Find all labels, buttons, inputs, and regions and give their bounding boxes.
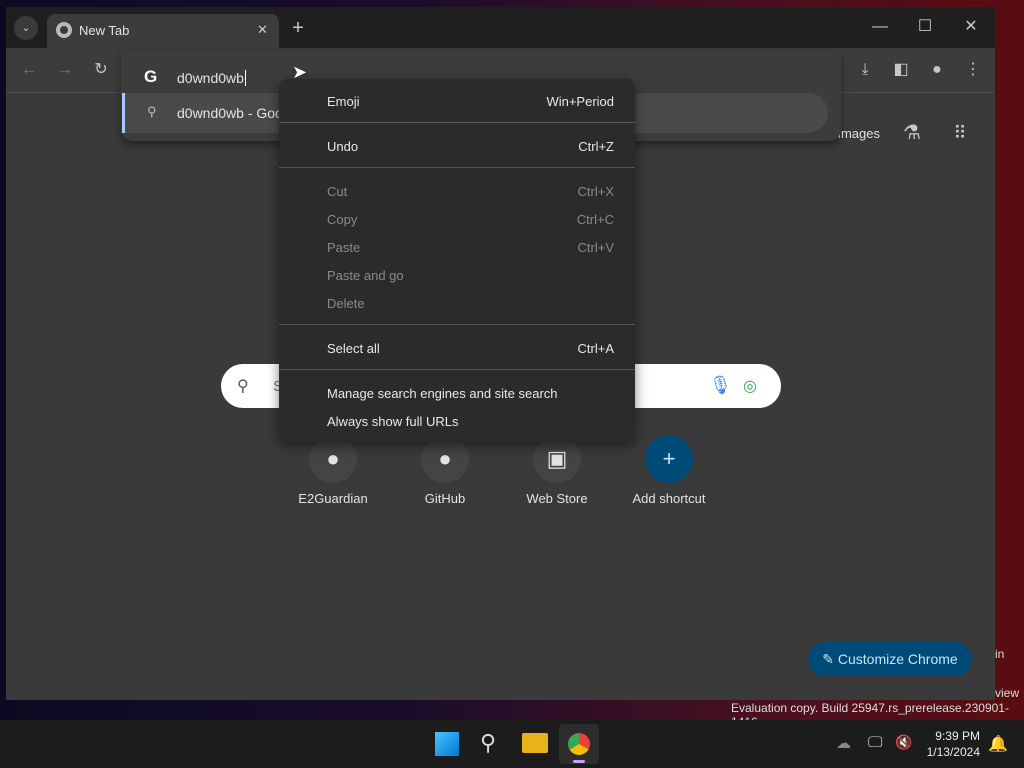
web-store-icon: ▣ bbox=[533, 435, 581, 483]
taskbar: ⚲ ☁ 🖵 🔇 9:39 PM 1/13/2024 🔔 bbox=[0, 720, 1024, 768]
tab-new-tab[interactable]: New Tab ✕ bbox=[47, 14, 279, 48]
download-icon[interactable]: ⤓ bbox=[855, 60, 875, 80]
onedrive-off-icon[interactable]: ☁ bbox=[836, 734, 851, 752]
minimize-button[interactable]: — bbox=[870, 17, 890, 37]
menu-item-always-show-full-urls[interactable]: Always show full URLs bbox=[327, 411, 614, 431]
clock-time[interactable]: 9:39 PM bbox=[930, 729, 980, 743]
divider bbox=[279, 167, 635, 168]
shortcut-e2guardian[interactable]: ● E2Guardian bbox=[283, 435, 383, 506]
volume-muted-icon[interactable]: 🔇 bbox=[895, 734, 912, 751]
github-icon: ● bbox=[309, 435, 357, 483]
active-indicator bbox=[573, 760, 585, 763]
shortcut: Win+Period bbox=[546, 93, 614, 109]
shortcut-label: Web Store bbox=[526, 491, 588, 506]
label: Copy bbox=[327, 211, 358, 227]
shortcut-web-store[interactable]: ▣ Web Store bbox=[507, 435, 607, 506]
label: Always show full URLs bbox=[327, 413, 459, 429]
customize-chrome-button[interactable]: ✎ Customize Chrome bbox=[808, 642, 972, 676]
lens-icon[interactable]: ◎ bbox=[743, 376, 757, 396]
github-icon: ● bbox=[421, 435, 469, 483]
clock-date[interactable]: 1/13/2024 bbox=[920, 745, 980, 759]
chrome-icon bbox=[56, 22, 72, 38]
menu-item-manage-search-engines[interactable]: Manage search engines and site search bbox=[327, 383, 614, 403]
label: Cut bbox=[327, 183, 348, 199]
mouse-cursor-icon: ➤ bbox=[292, 62, 308, 82]
forward-button[interactable]: → bbox=[55, 60, 75, 80]
close-window-button[interactable]: ✕ bbox=[961, 17, 981, 37]
labs-icon[interactable]: ⚗ bbox=[902, 123, 922, 143]
plus-icon: + bbox=[645, 435, 693, 483]
label: Manage search engines and site search bbox=[327, 385, 558, 401]
customize-label: Customize Chrome bbox=[837, 651, 958, 667]
tab-title: New Tab bbox=[79, 23, 130, 38]
start-button[interactable] bbox=[435, 732, 459, 756]
menu-item-undo[interactable]: Undo Ctrl+Z bbox=[327, 136, 614, 156]
shortcut: Ctrl+V bbox=[577, 239, 614, 255]
divider bbox=[279, 324, 635, 325]
back-button[interactable]: ← bbox=[19, 60, 39, 80]
shortcut-label: E2Guardian bbox=[298, 491, 368, 506]
shortcut-label: Add shortcut bbox=[632, 491, 706, 506]
notification-bell-icon[interactable]: 🔔 bbox=[988, 734, 1008, 754]
label: Emoji bbox=[327, 93, 360, 109]
apps-grid-icon[interactable]: ⠿ bbox=[950, 123, 970, 143]
network-icon[interactable]: 🖵 bbox=[868, 734, 882, 751]
add-shortcut-button[interactable]: + Add shortcut bbox=[619, 435, 719, 506]
context-menu: Emoji Win+Period Undo Ctrl+Z Cut Ctrl+X Cop… bbox=[279, 79, 635, 442]
shortcut: Ctrl+C bbox=[576, 211, 614, 227]
pencil-icon: ✎ bbox=[822, 651, 838, 667]
shortcut-github[interactable]: ● GitHub bbox=[395, 435, 495, 506]
shortcut: Ctrl+A bbox=[577, 340, 614, 356]
watermark-fragment: in bbox=[995, 647, 1005, 661]
menu-item-select-all[interactable]: Select all Ctrl+A bbox=[327, 338, 614, 358]
menu-item-paste-and-go[interactable]: Paste and go bbox=[327, 265, 614, 285]
google-icon: G bbox=[144, 67, 158, 86]
menu-item-cut[interactable]: Cut Ctrl+X bbox=[327, 181, 614, 201]
tab-search-button[interactable]: ⌄ bbox=[14, 16, 38, 40]
voice-search-icon[interactable]: 🎙 bbox=[709, 375, 732, 396]
menu-item-delete[interactable]: Delete bbox=[327, 293, 614, 313]
search-icon[interactable]: ⚲ bbox=[480, 730, 496, 756]
file-explorer-icon[interactable] bbox=[522, 733, 548, 753]
profile-icon[interactable]: ● bbox=[927, 60, 947, 80]
menu-icon[interactable]: ⋮ bbox=[963, 60, 983, 80]
search-icon: ⚲ bbox=[147, 104, 157, 119]
new-tab-button[interactable]: + bbox=[288, 18, 308, 38]
chrome-taskbar-button[interactable] bbox=[559, 724, 599, 764]
label: Paste and go bbox=[327, 267, 404, 283]
label: Delete bbox=[327, 295, 365, 311]
omnibox-input[interactable]: d0wnd0wb bbox=[177, 70, 246, 86]
tab-strip: ⌄ New Tab ✕ + — ☐ ✕ bbox=[6, 7, 995, 48]
menu-item-paste[interactable]: Paste Ctrl+V bbox=[327, 237, 614, 257]
shortcut: Ctrl+Z bbox=[578, 138, 614, 154]
menu-item-copy[interactable]: Copy Ctrl+C bbox=[327, 209, 614, 229]
shortcut-label: GitHub bbox=[424, 491, 466, 506]
divider bbox=[279, 369, 635, 370]
search-icon: ⚲ bbox=[237, 378, 249, 395]
chrome-icon bbox=[568, 733, 590, 755]
reload-button[interactable]: ↻ bbox=[91, 60, 111, 80]
tab-close-icon[interactable]: ✕ bbox=[257, 22, 268, 38]
divider bbox=[279, 122, 635, 123]
menu-item-emoji[interactable]: Emoji Win+Period bbox=[327, 91, 614, 111]
shortcut: Ctrl+X bbox=[577, 183, 614, 199]
label: Paste bbox=[327, 239, 361, 255]
watermark-fragment: view bbox=[995, 686, 1020, 700]
maximize-button[interactable]: ☐ bbox=[915, 17, 935, 37]
label: Undo bbox=[327, 138, 359, 154]
side-panel-icon[interactable]: ◧ bbox=[891, 60, 911, 80]
label: Select all bbox=[327, 340, 380, 356]
